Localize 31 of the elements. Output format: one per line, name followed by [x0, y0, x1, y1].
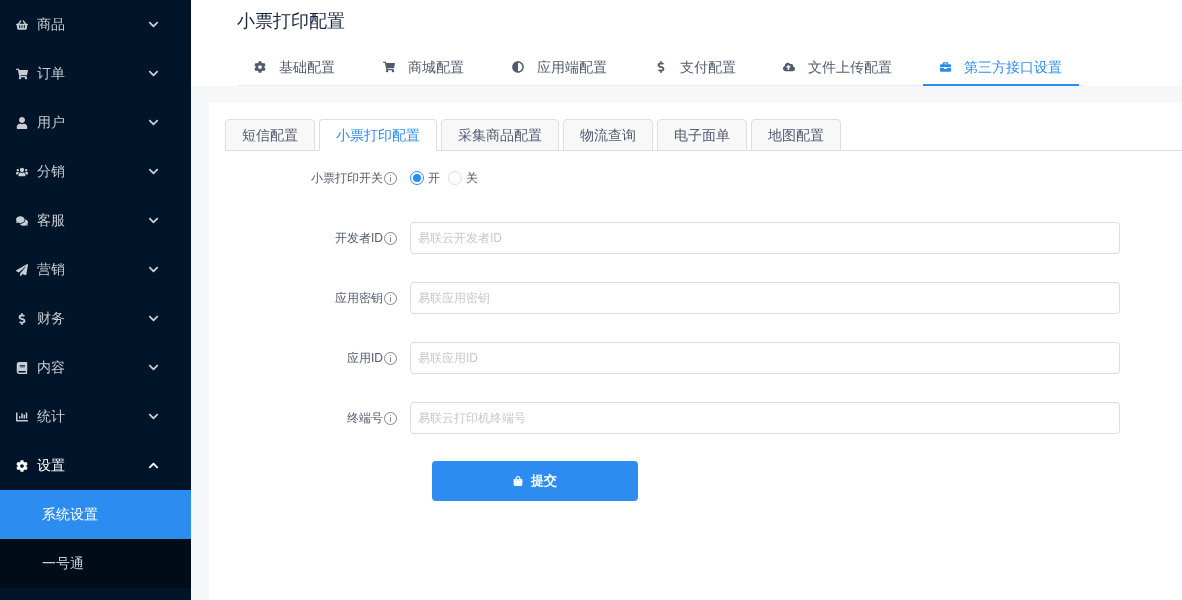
field-label: 开发者ID — [335, 230, 383, 247]
sidebar-item[interactable]: 客服 — [0, 196, 191, 245]
sidebar-item[interactable]: 设置 — [0, 441, 191, 490]
field-label: 应用ID — [347, 350, 383, 367]
radio-option[interactable]: 开 — [410, 169, 440, 187]
radio-option[interactable]: 关 — [448, 169, 478, 187]
sub-tab[interactable]: 地图配置 — [751, 119, 841, 151]
sidebar-item[interactable]: 营销 — [0, 245, 191, 294]
sub-tab[interactable]: 物流查询 — [563, 119, 653, 151]
tab[interactable]: 第三方接口设置 — [923, 50, 1079, 86]
sidebar-item[interactable]: 统计 — [0, 392, 191, 441]
sub-tab[interactable]: 短信配置 — [225, 119, 315, 151]
tab[interactable]: 文件上传配置 — [766, 50, 924, 86]
sub-tab[interactable]: 电子面单 — [657, 119, 747, 151]
sub-tab[interactable]: 采集商品配置 — [441, 119, 559, 151]
sidebar-item[interactable]: 内容 — [0, 343, 191, 392]
tab[interactable]: 应用端配置 — [495, 50, 639, 86]
sidebar-subitem[interactable]: 一号通 — [0, 539, 191, 588]
sidebar-item[interactable]: 财务 — [0, 294, 191, 343]
field-label: 应用密钥 — [335, 290, 383, 307]
sidebar-item[interactable]: 分销 — [0, 147, 191, 196]
tab[interactable]: 支付配置 — [638, 50, 767, 86]
field-label: 终端号 — [347, 410, 383, 427]
sidebar-item[interactable]: 商品 — [0, 0, 191, 49]
field-label: 小票打印开关 — [311, 170, 383, 187]
sidebar-item[interactable]: 订单 — [0, 49, 191, 98]
page-title: 小票打印配置 — [237, 10, 346, 33]
tab[interactable]: 基础配置 — [237, 50, 367, 86]
sub-tab[interactable]: 小票打印配置 — [319, 119, 437, 151]
tab[interactable]: 商城配置 — [366, 50, 496, 86]
sidebar-item[interactable]: 用户 — [0, 98, 191, 147]
